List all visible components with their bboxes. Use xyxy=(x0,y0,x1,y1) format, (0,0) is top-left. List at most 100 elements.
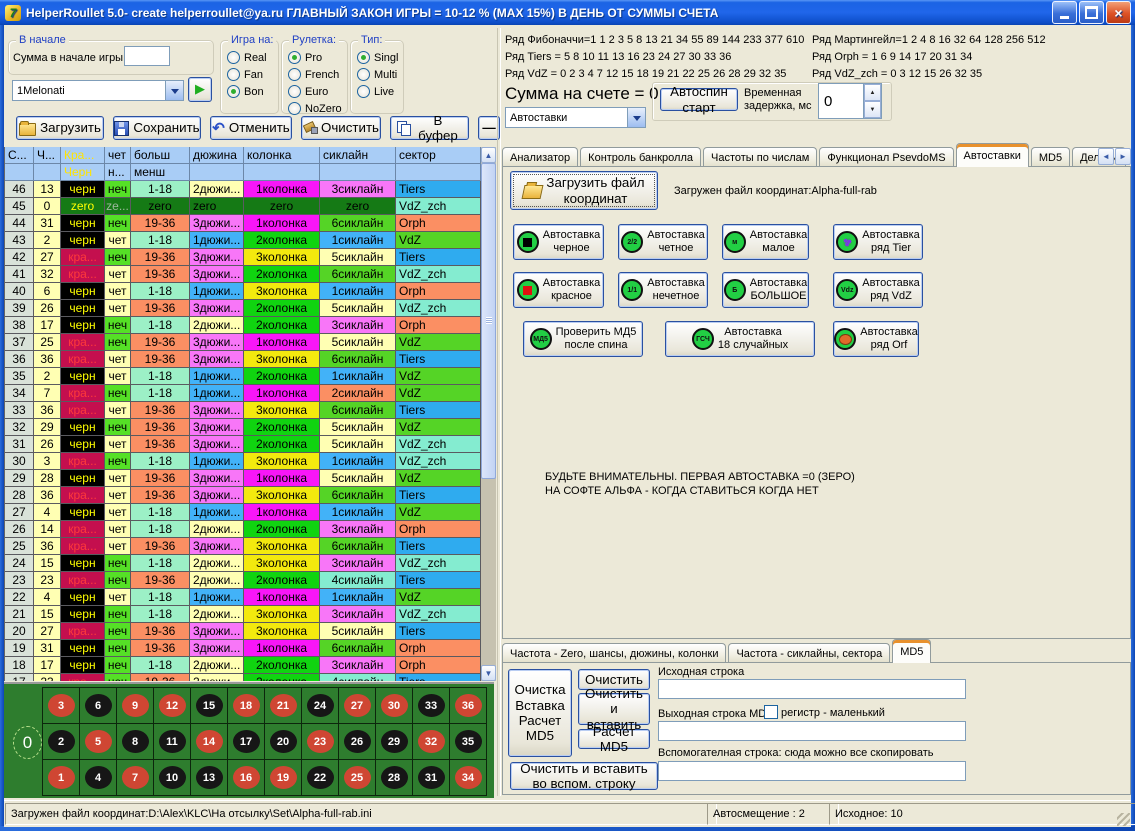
frequency-tab[interactable]: Частота - Zero, шансы, дюжины, колонки xyxy=(502,643,726,663)
board-number[interactable]: 31 xyxy=(418,766,445,789)
md5-aux-paste-button[interactable]: Очистить и вставитьво вспом. строку xyxy=(510,762,658,790)
table-row[interactable]: 2027кра...неч19-363дюжи...3колонка5сикла… xyxy=(5,623,482,640)
board-zero[interactable]: 0 xyxy=(13,726,42,759)
tabs-scroll-right-icon[interactable]: ► xyxy=(1115,148,1131,165)
table-row[interactable]: 2836кра...чет19-363дюжи...3колонка6сикла… xyxy=(5,487,482,504)
resize-grip[interactable] xyxy=(1117,813,1130,826)
main-tab[interactable]: Анализатор xyxy=(502,147,578,167)
table-row[interactable]: 303кра...неч1-181дюжи...3колонка1сиклайн… xyxy=(5,453,482,470)
table-row[interactable]: 1931черннеч19-363дюжи...1колонка6сиклайн… xyxy=(5,640,482,657)
stake-button-r2-3[interactable]: VdzАвтоставкаряд VdZ xyxy=(833,272,923,308)
board-number[interactable]: 4 xyxy=(85,766,112,789)
stake-button-r3-0[interactable]: МД5Проверить МД5после спина xyxy=(523,321,643,357)
radio-roulette-nozero[interactable]: NoZero xyxy=(288,102,347,115)
board-number[interactable]: 34 xyxy=(455,766,482,789)
stake-button-r2-0[interactable]: Автоставкакрасное xyxy=(513,272,604,308)
stake-button-r1-2[interactable]: мАвтоставкамалое xyxy=(722,224,809,260)
table-row[interactable]: 3725кра...неч19-363дюжи...1колонка5сикла… xyxy=(5,334,482,351)
stake-button-r1-1[interactable]: 2/2Автоставкачетное xyxy=(618,224,708,260)
board-number[interactable]: 27 xyxy=(344,694,371,717)
board-number[interactable]: 2 xyxy=(48,730,75,753)
board-number[interactable]: 23 xyxy=(307,730,334,753)
toolbar-clear-button[interactable]: Очистить xyxy=(301,116,381,140)
board-number[interactable]: 26 xyxy=(344,730,371,753)
table-row[interactable]: 3336кра...чет19-363дюжи...3колонка6сикла… xyxy=(5,402,482,419)
scroll-down-icon[interactable]: ▼ xyxy=(481,665,496,681)
board-number[interactable]: 3 xyxy=(48,694,75,717)
table-row[interactable]: 274чернчет1-181дюжи...1колонка1сиклайнVd… xyxy=(5,504,482,521)
stake-button-r2-1[interactable]: 1/1Автоставканечетное xyxy=(618,272,708,308)
frequency-tab[interactable]: MD5 xyxy=(892,639,931,663)
board-number[interactable]: 5 xyxy=(85,730,112,753)
table-row[interactable]: 2415черннеч1-182дюжи...3колонка3сиклайнV… xyxy=(5,555,482,572)
board-number[interactable]: 17 xyxy=(233,730,260,753)
title-bar[interactable]: 7 HelperRoullet 5.0- create helperroulle… xyxy=(0,0,1135,25)
main-tab[interactable]: Контроль банкролла xyxy=(580,147,701,167)
stake-button-r2-2[interactable]: БАвтоставкаБОЛЬШОЕ xyxy=(722,272,809,308)
table-row[interactable]: 406чернчет1-181дюжи...3колонка1сиклайнOr… xyxy=(5,283,482,300)
board-number[interactable]: 18 xyxy=(233,694,260,717)
board-number[interactable]: 6 xyxy=(85,694,112,717)
toolbar-undo-button[interactable]: ↶Отменить xyxy=(210,116,292,140)
table-row[interactable]: 4431черннеч19-363дюжи...1колонка6сиклайн… xyxy=(5,215,482,232)
board-number[interactable]: 12 xyxy=(159,694,186,717)
radio-type-multi[interactable]: Multi xyxy=(357,68,403,81)
table-row[interactable]: 3926чернчет19-363дюжи...2колонка5сиклайн… xyxy=(5,300,482,317)
scrollbar-thumb[interactable] xyxy=(481,163,496,479)
start-sum-input[interactable] xyxy=(124,46,170,66)
maximize-button[interactable] xyxy=(1079,1,1104,24)
preset-dropdown[interactable]: 1Melonati xyxy=(12,80,184,101)
close-button[interactable]: × xyxy=(1106,1,1131,24)
toolbar-save-button[interactable]: Сохранить xyxy=(113,116,201,140)
board-number[interactable]: 9 xyxy=(122,694,149,717)
toolbar-load-button[interactable]: Загрузить xyxy=(16,116,104,140)
table-row[interactable]: 2614кра...чет1-182дюжи...2колонка3сиклай… xyxy=(5,521,482,538)
autospin-start-button[interactable]: Автоспин старт xyxy=(660,88,738,111)
main-tab[interactable]: Частоты по числам xyxy=(703,147,817,167)
table-row[interactable]: 3229черннеч19-363дюжи...2колонка5сиклайн… xyxy=(5,419,482,436)
md5-aux-input[interactable] xyxy=(658,761,966,781)
board-number[interactable]: 29 xyxy=(381,730,408,753)
table-row[interactable]: 2536кра...чет19-363дюжи...3колонка6сикла… xyxy=(5,538,482,555)
table-row[interactable]: 450zeroze...zerozerozerozeroVdZ_zch xyxy=(5,198,482,215)
panel-divider[interactable] xyxy=(497,28,501,796)
board-number[interactable]: 15 xyxy=(196,694,223,717)
board-number[interactable]: 8 xyxy=(122,730,149,753)
main-tab[interactable]: Автоставки xyxy=(956,143,1029,167)
board-number[interactable]: 19 xyxy=(270,766,297,789)
play-button[interactable]: ▶ xyxy=(188,77,212,102)
radio-game-on-fan[interactable]: Fan xyxy=(227,68,278,81)
board-number[interactable]: 11 xyxy=(159,730,186,753)
radio-type-live[interactable]: Live xyxy=(357,85,403,98)
spinner-up-icon[interactable]: ▲ xyxy=(864,84,881,101)
radio-roulette-euro[interactable]: Euro xyxy=(288,85,347,98)
main-tab[interactable]: Функционал PsevdoMS xyxy=(819,147,953,167)
table-row[interactable]: 3636кра...чет19-363дюжи...3колонка6сикла… xyxy=(5,351,482,368)
board-number[interactable]: 1 xyxy=(48,766,75,789)
delay-spinner[interactable]: 0 ▲ ▼ xyxy=(818,83,882,119)
table-row[interactable]: 4132кра...чет19-363дюжи...2колонка6сикла… xyxy=(5,266,482,283)
autostakes-dropdown[interactable]: Автоставки xyxy=(505,107,646,128)
table-row[interactable]: 3126чернчет19-363дюжи...2колонка5сиклайн… xyxy=(5,436,482,453)
board-number[interactable]: 32 xyxy=(418,730,445,753)
table-row[interactable]: 2115черннеч1-182дюжи...3колонка3сиклайнV… xyxy=(5,606,482,623)
board-number[interactable]: 7 xyxy=(122,766,149,789)
board-number[interactable]: 16 xyxy=(233,766,260,789)
board-number[interactable]: 35 xyxy=(455,730,482,753)
board-number[interactable]: 28 xyxy=(381,766,408,789)
table-row[interactable]: 2928чернчет19-363дюжи...1колонка5сиклайн… xyxy=(5,470,482,487)
board-number[interactable]: 10 xyxy=(159,766,186,789)
toolbar-copy-button[interactable]: В буфер xyxy=(390,116,469,140)
stake-button-r1-3[interactable]: Автоставкаряд Tier xyxy=(833,224,923,260)
md5-clear-paste-button[interactable]: Очистить ивставить xyxy=(578,693,650,725)
stake-button-r3-2[interactable]: Автоставкаряд Orf xyxy=(833,321,919,357)
md5-source-input[interactable] xyxy=(658,679,966,699)
radio-roulette-pro[interactable]: Pro xyxy=(288,51,347,64)
table-row[interactable]: 1817черннеч1-182дюжи...2колонка3сиклайнO… xyxy=(5,657,482,674)
frequency-tab[interactable]: Частота - сиклайны, сектора xyxy=(728,643,890,663)
minimize-button[interactable] xyxy=(1052,1,1077,24)
board-number[interactable]: 14 xyxy=(196,730,223,753)
register-checkbox[interactable] xyxy=(764,705,778,719)
stake-button-r1-0[interactable]: Автоставкачерное xyxy=(513,224,604,260)
spinner-down-icon[interactable]: ▼ xyxy=(864,101,881,118)
